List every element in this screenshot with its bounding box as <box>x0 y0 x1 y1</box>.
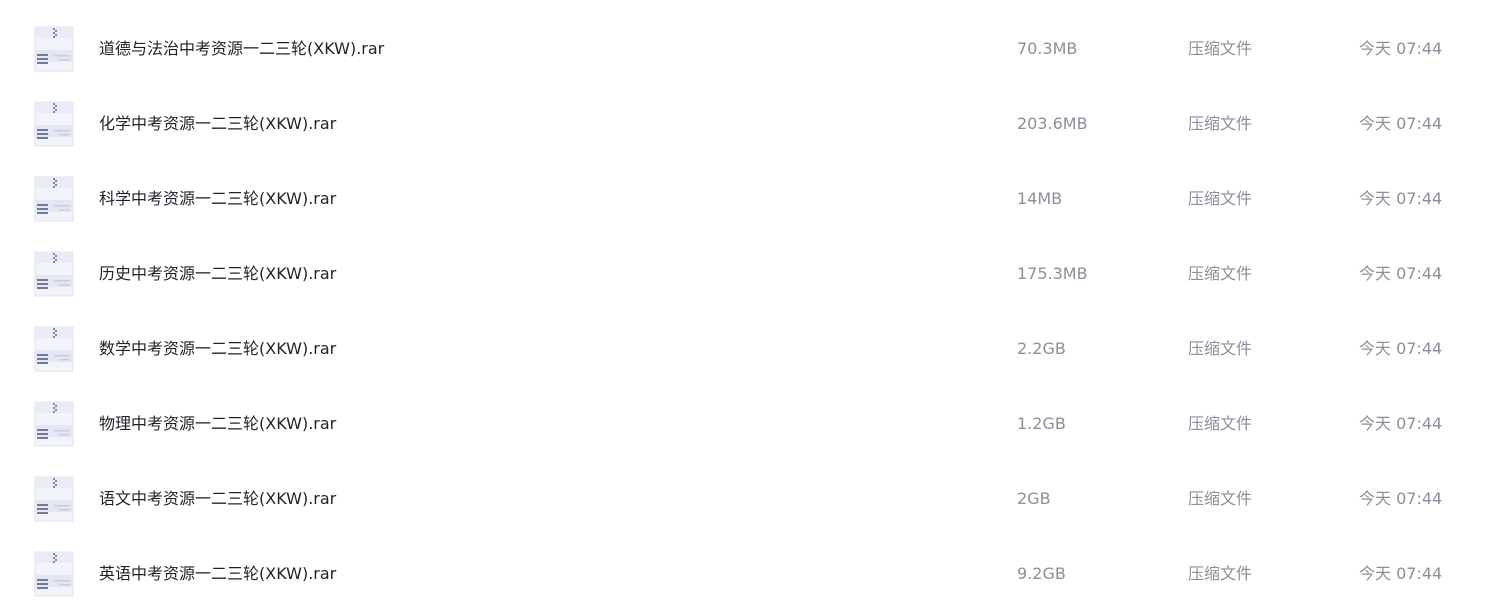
file-size: 14MB <box>1017 189 1063 208</box>
zip-archive-icon <box>31 101 77 147</box>
file-modified-time: 今天 07:44 <box>1359 564 1443 583</box>
file-modified-time: 今天 07:44 <box>1359 114 1443 133</box>
file-row[interactable]: 科学中考资源一二三轮(XKW).rar 14MB 压缩文件 今天 07:44 <box>0 161 1485 236</box>
file-modified-time: 今天 07:44 <box>1359 39 1443 58</box>
file-name[interactable]: 数学中考资源一二三轮(XKW).rar <box>99 311 336 386</box>
file-name[interactable]: 物理中考资源一二三轮(XKW).rar <box>99 386 336 461</box>
file-list: 道德与法治中考资源一二三轮(XKW).rar 70.3MB 压缩文件 今天 07… <box>0 0 1485 606</box>
file-row[interactable]: 数学中考资源一二三轮(XKW).rar 2.2GB 压缩文件 今天 07:44 <box>0 311 1485 386</box>
file-type: 压缩文件 <box>1188 39 1253 58</box>
file-size: 1.2GB <box>1017 414 1066 433</box>
file-size: 70.3MB <box>1017 39 1078 58</box>
zip-archive-icon <box>31 26 77 72</box>
file-type: 压缩文件 <box>1188 489 1253 508</box>
file-size: 175.3MB <box>1017 264 1088 283</box>
file-name[interactable]: 语文中考资源一二三轮(XKW).rar <box>99 461 336 536</box>
file-size: 2GB <box>1017 489 1051 508</box>
file-modified-time: 今天 07:44 <box>1359 489 1443 508</box>
file-row[interactable]: 化学中考资源一二三轮(XKW).rar 203.6MB 压缩文件 今天 07:4… <box>0 86 1485 161</box>
file-size: 203.6MB <box>1017 114 1088 133</box>
file-size: 9.2GB <box>1017 564 1066 583</box>
file-row[interactable]: 语文中考资源一二三轮(XKW).rar 2GB 压缩文件 今天 07:44 <box>0 461 1485 536</box>
zip-archive-icon <box>31 251 77 297</box>
file-row[interactable]: 物理中考资源一二三轮(XKW).rar 1.2GB 压缩文件 今天 07:44 <box>0 386 1485 461</box>
file-row[interactable]: 英语中考资源一二三轮(XKW).rar 9.2GB 压缩文件 今天 07:44 <box>0 536 1485 611</box>
zip-archive-icon <box>31 551 77 597</box>
file-size: 2.2GB <box>1017 339 1066 358</box>
file-type: 压缩文件 <box>1188 564 1253 583</box>
file-name[interactable]: 英语中考资源一二三轮(XKW).rar <box>99 536 336 611</box>
zip-archive-icon <box>31 326 77 372</box>
zip-archive-icon <box>31 401 77 447</box>
file-modified-time: 今天 07:44 <box>1359 189 1443 208</box>
file-row[interactable]: 历史中考资源一二三轮(XKW).rar 175.3MB 压缩文件 今天 07:4… <box>0 236 1485 311</box>
file-name[interactable]: 化学中考资源一二三轮(XKW).rar <box>99 86 336 161</box>
file-type: 压缩文件 <box>1188 189 1253 208</box>
file-type: 压缩文件 <box>1188 264 1253 283</box>
file-modified-time: 今天 07:44 <box>1359 264 1443 283</box>
file-name[interactable]: 道德与法治中考资源一二三轮(XKW).rar <box>99 11 384 86</box>
file-modified-time: 今天 07:44 <box>1359 339 1443 358</box>
file-name[interactable]: 科学中考资源一二三轮(XKW).rar <box>99 161 336 236</box>
zip-archive-icon <box>31 176 77 222</box>
file-type: 压缩文件 <box>1188 114 1253 133</box>
file-type: 压缩文件 <box>1188 339 1253 358</box>
file-row[interactable]: 道德与法治中考资源一二三轮(XKW).rar 70.3MB 压缩文件 今天 07… <box>0 11 1485 86</box>
zip-archive-icon <box>31 476 77 522</box>
file-modified-time: 今天 07:44 <box>1359 414 1443 433</box>
file-type: 压缩文件 <box>1188 414 1253 433</box>
file-name[interactable]: 历史中考资源一二三轮(XKW).rar <box>99 236 336 311</box>
